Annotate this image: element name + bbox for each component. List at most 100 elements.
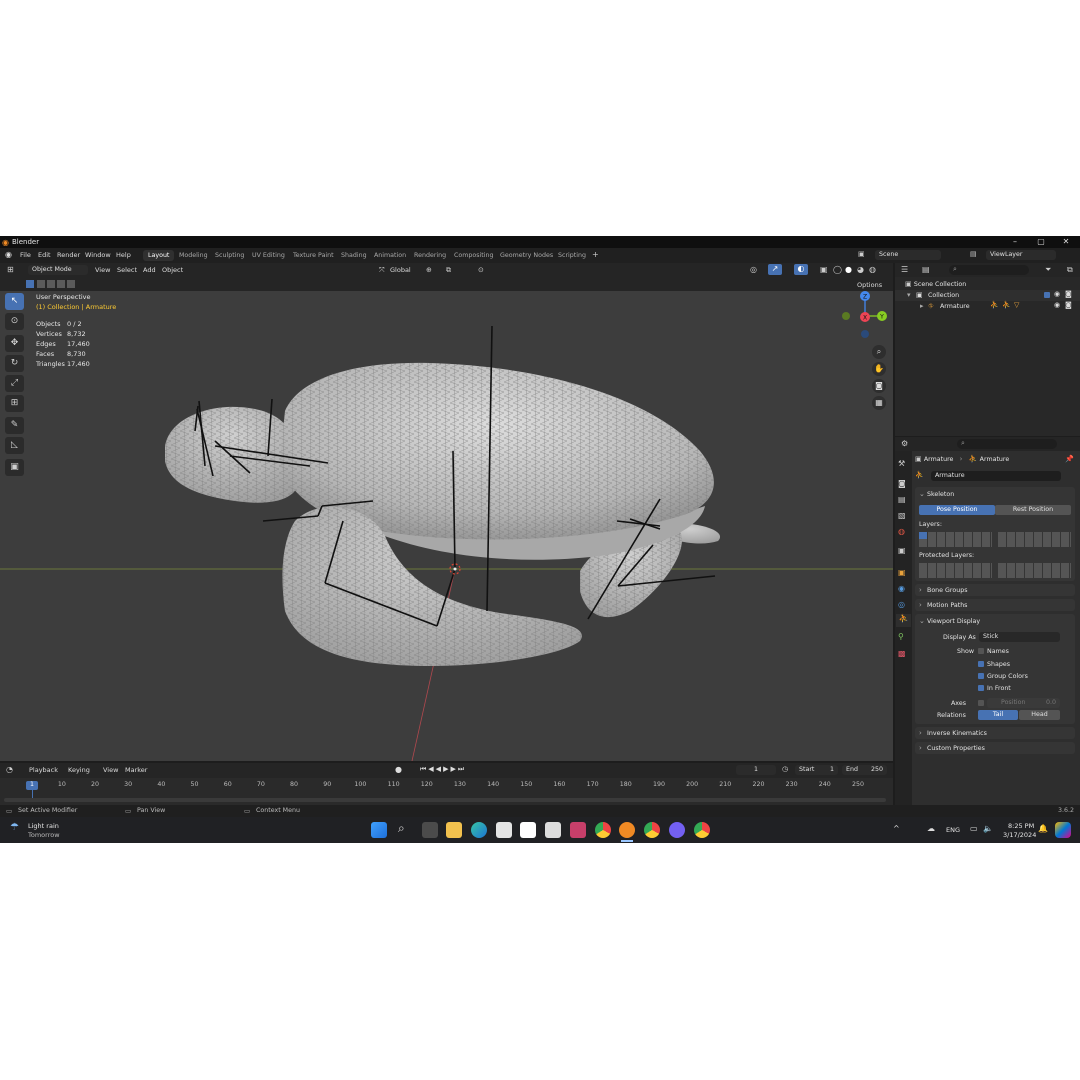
record-icon[interactable]: ● bbox=[395, 765, 402, 774]
material-shading-icon[interactable]: ◕ bbox=[857, 265, 864, 274]
data-block-selector[interactable]: ⛹ Armature bbox=[915, 471, 1065, 482]
tab-geometry-nodes[interactable]: Geometry Nodes bbox=[495, 250, 558, 261]
viewport-display-title[interactable]: Viewport Display bbox=[927, 618, 980, 625]
select-mode-new-icon[interactable] bbox=[26, 280, 34, 288]
modifier-tab-icon[interactable]: ◉ bbox=[898, 584, 905, 593]
menu-edit[interactable]: Edit bbox=[38, 251, 51, 259]
physics-tab-icon[interactable]: ◎ bbox=[898, 600, 905, 609]
start-frame-field[interactable]: Start 1 bbox=[795, 765, 838, 775]
pivot-icon[interactable]: ⊕ bbox=[426, 266, 432, 274]
expand-arrow-icon[interactable]: ▸ bbox=[920, 302, 924, 310]
timeline-editor-icon[interactable]: ◔ bbox=[6, 765, 13, 774]
grid-view-icon[interactable]: ▦ bbox=[872, 396, 886, 410]
scene-icon[interactable]: ▣ bbox=[858, 250, 865, 258]
scale-tool-icon[interactable]: ⤢ bbox=[5, 375, 24, 392]
navigation-gizmo[interactable]: Z Y X bbox=[835, 289, 895, 349]
timeline-menu-view[interactable]: View bbox=[103, 766, 118, 774]
playback-controls-icon[interactable]: ⏮◀◀▶▶⏭ bbox=[420, 765, 466, 774]
timeline-ruler[interactable]: 1 10 20 30 40 50 60 70 80 90 100 110 120 130 140 150 160… bbox=[0, 778, 893, 806]
eye-icon[interactable]: ◉ bbox=[1054, 301, 1060, 309]
proportional-edit-icon[interactable]: ⊙ bbox=[478, 266, 484, 274]
transform-tool-icon[interactable]: ⊞ bbox=[5, 395, 24, 412]
tab-rendering[interactable]: Rendering bbox=[409, 250, 451, 261]
collection-checkbox[interactable] bbox=[1044, 292, 1050, 298]
timeline-scrollbar[interactable] bbox=[4, 798, 886, 802]
in-front-checkbox[interactable] bbox=[978, 685, 984, 691]
inverse-kinematics-panel[interactable]: › Inverse Kinematics bbox=[915, 727, 1075, 739]
menu-help[interactable]: Help bbox=[116, 251, 131, 259]
armature-data-tab-icon[interactable]: ⛹ bbox=[896, 614, 911, 627]
start-windows-icon[interactable] bbox=[371, 822, 387, 838]
relations-head-button[interactable]: Head bbox=[1019, 710, 1060, 720]
properties-search-input[interactable]: ⌕ bbox=[957, 439, 1057, 449]
tab-modeling[interactable]: Modeling bbox=[174, 250, 213, 261]
display-as-select[interactable]: Stick bbox=[979, 632, 1060, 642]
camera-icon[interactable]: ◙ bbox=[1065, 290, 1072, 298]
object-tab-icon[interactable]: ▣ bbox=[898, 568, 906, 577]
chevron-down-icon[interactable]: ⌄ bbox=[919, 617, 925, 625]
solid-shading-icon[interactable]: ● bbox=[845, 265, 852, 274]
eye-icon[interactable]: ◉ bbox=[1054, 290, 1060, 298]
add-workspace-icon[interactable]: + bbox=[592, 250, 599, 259]
edge-browser-icon[interactable] bbox=[471, 822, 487, 838]
wireframe-shading-icon[interactable]: ◯ bbox=[833, 265, 842, 274]
rotate-tool-icon[interactable]: ↻ bbox=[5, 355, 24, 372]
select-mode-intersect-icon[interactable] bbox=[67, 280, 75, 288]
photos-icon[interactable] bbox=[520, 822, 536, 838]
active-layer[interactable] bbox=[919, 532, 927, 539]
rendered-shading-icon[interactable]: ◍ bbox=[869, 265, 876, 274]
current-frame-field[interactable]: 1 bbox=[736, 765, 776, 775]
tab-shading[interactable]: Shading bbox=[336, 250, 372, 261]
bone-groups-panel[interactable]: › Bone Groups bbox=[915, 584, 1075, 596]
tab-texture-paint[interactable]: Texture Paint bbox=[288, 250, 339, 261]
protected-layers-grid-a[interactable] bbox=[919, 563, 992, 578]
display-mode-icon[interactable]: ▤ bbox=[922, 265, 930, 274]
onenote-icon[interactable] bbox=[570, 822, 586, 838]
maximize-button[interactable]: ▢ bbox=[1030, 237, 1052, 247]
select-mode-invert-icon[interactable] bbox=[57, 280, 65, 288]
pan-hand-icon[interactable]: ✋ bbox=[872, 362, 886, 376]
select-box-tool-icon[interactable]: ↖ bbox=[5, 293, 24, 310]
mode-selector[interactable]: Object Mode bbox=[28, 265, 88, 275]
world-tab-icon[interactable]: ▣ bbox=[898, 546, 906, 555]
3d-viewport[interactable]: User Perspective (1) Collection | Armatu… bbox=[0, 291, 893, 761]
tab-layout[interactable]: Layout bbox=[143, 250, 175, 261]
transform-orientation-icon[interactable]: ⤧ bbox=[379, 266, 385, 275]
protected-layers-grid-b[interactable] bbox=[998, 563, 1071, 578]
search-icon[interactable]: ⌕ bbox=[398, 821, 405, 836]
move-tool-icon[interactable]: ✥ bbox=[5, 335, 24, 352]
outliner-row-armature[interactable]: ▸ ⛗ Armature ⛹ ⛹ ▽ ◉ ◙ bbox=[895, 301, 1080, 312]
scene-tab-icon[interactable]: ◍ bbox=[898, 527, 905, 536]
tab-sculpting[interactable]: Sculpting bbox=[210, 250, 249, 261]
output-tab-icon[interactable]: ▤ bbox=[898, 495, 906, 504]
tray-chevron-icon[interactable]: ^ bbox=[893, 824, 900, 833]
viewport-menu-object[interactable]: Object bbox=[162, 266, 183, 274]
volume-icon[interactable]: 🔈 bbox=[983, 824, 993, 833]
options-dropdown[interactable]: Options bbox=[857, 281, 882, 289]
render-tab-icon[interactable]: ◙ bbox=[898, 479, 906, 488]
tab-scripting[interactable]: Scripting bbox=[553, 250, 591, 261]
group-colors-checkbox[interactable] bbox=[978, 673, 984, 679]
chevron-down-icon[interactable]: ⌄ bbox=[919, 490, 925, 498]
tool-tab-icon[interactable]: ⚒ bbox=[898, 459, 905, 468]
axes-position-field[interactable]: Position 0.0 bbox=[987, 698, 1060, 708]
task-view-icon[interactable] bbox=[422, 822, 438, 838]
gizmo-toggle-icon[interactable]: ↗ bbox=[768, 264, 782, 275]
weather-rain-icon[interactable]: ☂ bbox=[10, 822, 19, 833]
viewport-menu-view[interactable]: View bbox=[95, 266, 110, 274]
filter-icon[interactable]: ⏷ bbox=[1045, 265, 1051, 275]
zoom-icon[interactable]: ⌕ bbox=[872, 345, 886, 359]
axes-checkbox[interactable] bbox=[978, 700, 984, 706]
visibility-icon[interactable]: ◎ bbox=[750, 265, 757, 274]
custom-properties-panel[interactable]: › Custom Properties bbox=[915, 742, 1075, 754]
chrome-profile-icon[interactable] bbox=[644, 822, 660, 838]
copilot-icon[interactable] bbox=[1055, 822, 1071, 838]
names-checkbox[interactable] bbox=[978, 648, 984, 654]
tab-uv-editing[interactable]: UV Editing bbox=[247, 250, 290, 261]
gizmo-neg-z-icon[interactable] bbox=[861, 330, 869, 338]
blender-menu-icon[interactable]: ◉ bbox=[5, 250, 12, 259]
notification-bell-icon[interactable]: 🔔 bbox=[1038, 824, 1048, 833]
expand-arrow-icon[interactable]: ▾ bbox=[907, 291, 911, 299]
menu-window[interactable]: Window bbox=[85, 251, 111, 259]
tab-animation[interactable]: Animation bbox=[369, 250, 411, 261]
